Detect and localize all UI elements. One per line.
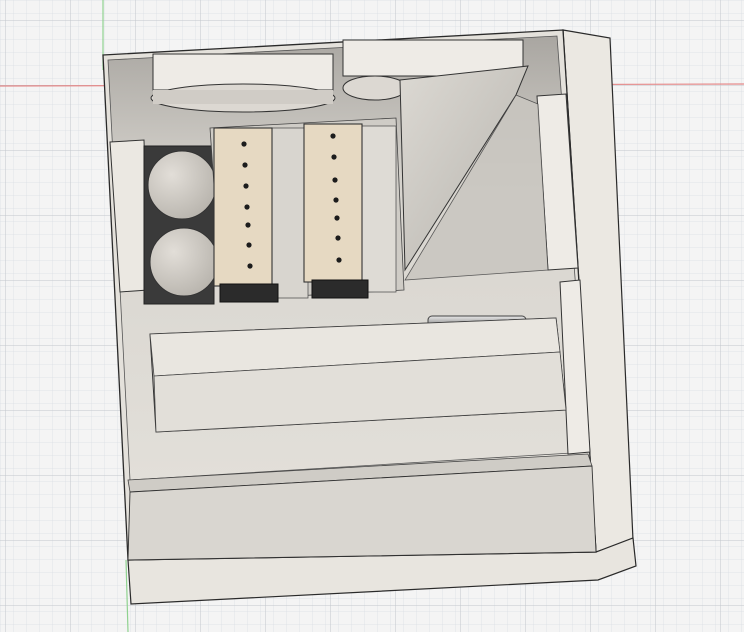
battery-cell-2[interactable] xyxy=(149,227,219,297)
perfboard-right[interactable] xyxy=(303,123,369,299)
battery-holder[interactable] xyxy=(143,145,219,305)
bay-divider-right xyxy=(359,125,397,293)
cad-viewport[interactable] xyxy=(0,0,744,632)
viewport-canvas[interactable] xyxy=(0,0,744,632)
fan-left[interactable] xyxy=(150,53,336,113)
bay-divider-left xyxy=(267,127,309,299)
perfboard-left[interactable] xyxy=(213,127,279,303)
connector-left[interactable] xyxy=(219,283,279,303)
battery-cell-1[interactable] xyxy=(147,150,217,220)
connector-right[interactable] xyxy=(311,279,369,299)
